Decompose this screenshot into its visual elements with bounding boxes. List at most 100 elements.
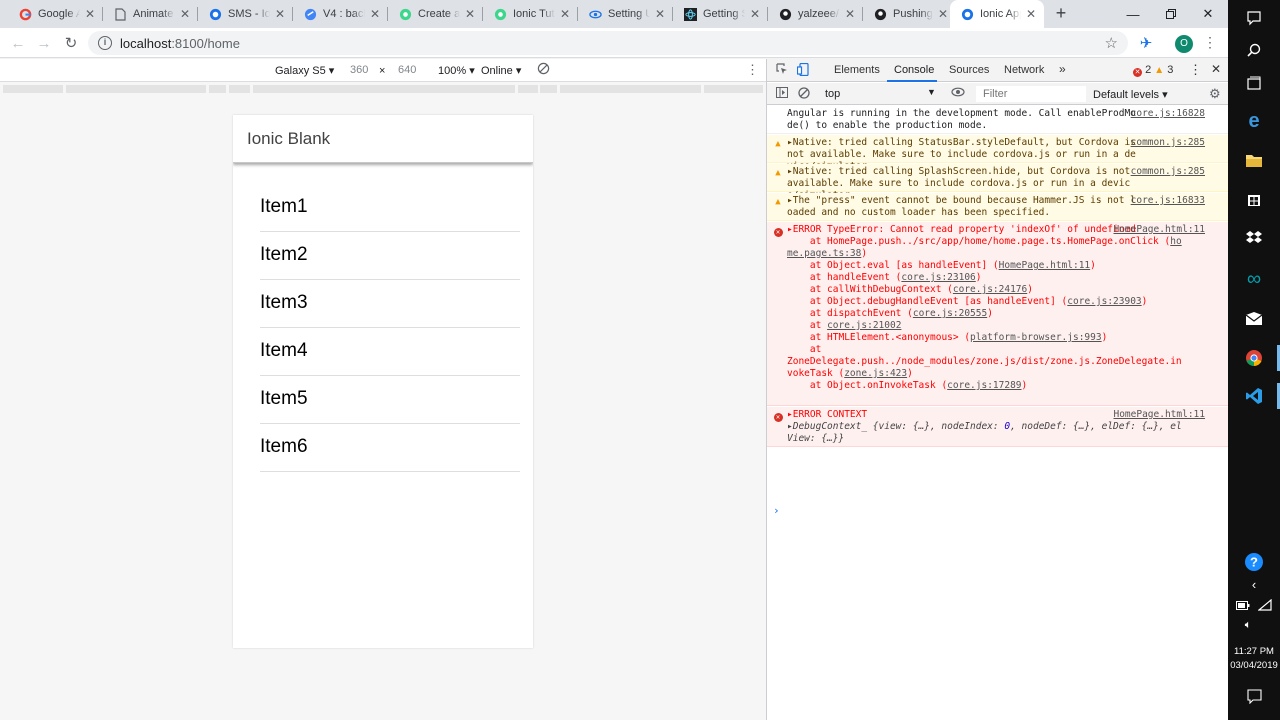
- task-view-icon[interactable]: [1242, 72, 1266, 96]
- browser-tab[interactable]: Google A ✕: [8, 0, 103, 28]
- mail-icon[interactable]: [1242, 307, 1266, 331]
- context-select[interactable]: top: [825, 88, 840, 100]
- issue-counter[interactable]: ✕ 2 ▲ 3: [1133, 64, 1173, 77]
- list-item[interactable]: Item3: [260, 280, 520, 328]
- device-toggle-icon[interactable]: [796, 62, 810, 77]
- close-tab-icon[interactable]: ✕: [748, 7, 762, 21]
- close-tab-icon[interactable]: ✕: [843, 7, 857, 21]
- search-icon[interactable]: [1242, 38, 1266, 62]
- arduino-icon[interactable]: ∞: [1242, 267, 1266, 291]
- chevron-down-icon[interactable]: ▼: [927, 87, 936, 97]
- action-center-icon[interactable]: [1242, 684, 1266, 708]
- close-tab-icon[interactable]: ✕: [936, 7, 950, 21]
- extension-icon[interactable]: ✈: [1136, 34, 1156, 54]
- browser-tab-active[interactable]: Ionic App ✕: [950, 0, 1044, 28]
- more-tabs-icon[interactable]: »: [1059, 62, 1066, 76]
- rotate-icon[interactable]: [537, 62, 550, 78]
- devtools-menu-icon[interactable]: ⋮: [1189, 62, 1202, 78]
- browser-tab[interactable]: Create a ✕: [388, 0, 483, 28]
- device-viewport: Galaxy S5 ▾ 360 × 640 100% ▾ Online ▾ ⋮ …: [0, 59, 766, 720]
- tab-sources[interactable]: Sources: [949, 64, 989, 76]
- dropbox-icon[interactable]: [1242, 226, 1266, 250]
- ionic-icon: [398, 7, 412, 21]
- warning-icon: ▲: [775, 168, 781, 178]
- list-item[interactable]: Item4: [260, 328, 520, 376]
- restore-button[interactable]: [1153, 0, 1189, 28]
- browser-tab[interactable]: Getting S ✕: [673, 0, 768, 28]
- system-clock[interactable]: 11:27 PM 03/04/2019: [1228, 645, 1280, 673]
- browser-tab[interactable]: Animate ✕: [103, 0, 198, 28]
- console-filter-input[interactable]: [977, 87, 1085, 101]
- device-width[interactable]: 360: [350, 64, 368, 76]
- address-bar[interactable]: i localhost:8100/home ☆: [88, 31, 1128, 55]
- log-levels-select[interactable]: Default levels ▾: [1093, 88, 1168, 101]
- source-link[interactable]: core.js:16828: [1131, 108, 1205, 120]
- file-explorer-icon[interactable]: [1242, 148, 1266, 172]
- browser-tab[interactable]: V4 : back ✕: [293, 0, 388, 28]
- store-icon[interactable]: [1242, 187, 1266, 211]
- gear-icon[interactable]: ⚙: [1209, 86, 1221, 102]
- console-error: ✕ ▸ERROR TypeError: Cannot read property…: [767, 222, 1228, 406]
- list-item[interactable]: Item6: [260, 424, 520, 472]
- close-tab-icon[interactable]: ✕: [178, 7, 192, 21]
- back-button[interactable]: ←: [8, 33, 28, 53]
- github-icon: [778, 7, 792, 21]
- clear-console-icon[interactable]: [797, 87, 811, 101]
- close-tab-icon[interactable]: ✕: [653, 7, 667, 21]
- help-icon[interactable]: ?: [1242, 550, 1266, 574]
- device-more-icon[interactable]: ⋮: [746, 62, 759, 78]
- chrome-icon[interactable]: [1242, 346, 1266, 370]
- bookmark-star-icon[interactable]: ☆: [1105, 34, 1118, 52]
- browser-tab[interactable]: Setting U ✕: [578, 0, 673, 28]
- close-tab-icon[interactable]: ✕: [463, 7, 477, 21]
- eye-icon: [588, 7, 602, 21]
- new-tab-button[interactable]: +: [1050, 3, 1072, 25]
- tab-elements[interactable]: Elements: [834, 64, 880, 76]
- list-item[interactable]: Item5: [260, 376, 520, 424]
- list-item[interactable]: Item1: [260, 184, 520, 232]
- tab-console[interactable]: Console: [894, 64, 934, 76]
- browser-tab[interactable]: SMS - Ioni ✕: [198, 0, 293, 28]
- close-tab-icon[interactable]: ✕: [368, 7, 382, 21]
- throttle-select[interactable]: Online ▾: [481, 64, 521, 77]
- source-link[interactable]: core.js:16833: [1131, 195, 1205, 207]
- device-height[interactable]: 640: [398, 64, 416, 76]
- sidebar-toggle-icon[interactable]: [775, 87, 789, 101]
- close-tab-icon[interactable]: ✕: [83, 7, 97, 21]
- close-tab-icon[interactable]: ✕: [273, 7, 287, 21]
- info-icon[interactable]: i: [98, 36, 112, 50]
- list-item[interactable]: Item2: [260, 232, 520, 280]
- source-link[interactable]: HomePage.html:11: [1113, 224, 1205, 236]
- minimize-button[interactable]: —: [1115, 0, 1151, 28]
- browser-tab[interactable]: Ionic Tut ✕: [483, 0, 578, 28]
- console-prompt[interactable]: ›: [773, 505, 780, 517]
- avatar[interactable]: O: [1175, 35, 1193, 53]
- inspect-element-icon[interactable]: [775, 63, 789, 77]
- forward-button[interactable]: →: [34, 33, 54, 53]
- close-tab-icon[interactable]: ✕: [1024, 7, 1038, 21]
- browser-toolbar: ← → ↻ i localhost:8100/home ☆: [0, 28, 1228, 58]
- stack-trace[interactable]: ▸ERROR TypeError: Cannot read property '…: [787, 224, 1182, 392]
- zoom-select[interactable]: 100% ▾: [438, 64, 475, 77]
- source-link[interactable]: common.js:285: [1131, 137, 1205, 149]
- edge-icon[interactable]: e: [1242, 109, 1266, 133]
- close-window-button[interactable]: ✕: [1190, 0, 1226, 28]
- console-warning: ▲ ▸Native: tried calling StatusBar.style…: [767, 135, 1228, 172]
- svg-text:?: ?: [1250, 555, 1258, 570]
- source-link[interactable]: common.js:285: [1131, 166, 1205, 178]
- notifications-icon[interactable]: [1242, 6, 1266, 30]
- close-devtools-icon[interactable]: ✕: [1211, 62, 1221, 76]
- reload-button[interactable]: ↻: [61, 33, 81, 53]
- volume-icon[interactable]: 🔈︎: [1236, 613, 1260, 637]
- device-select[interactable]: Galaxy S5 ▾: [275, 64, 334, 77]
- vscode-icon[interactable]: [1242, 384, 1266, 408]
- browser-tab[interactable]: Pushing ✕: [863, 0, 956, 28]
- filter-input-wrapper: [976, 86, 1086, 102]
- browser-menu-icon[interactable]: ⋮: [1203, 34, 1217, 54]
- close-tab-icon[interactable]: ✕: [558, 7, 572, 21]
- live-expression-eye-icon[interactable]: [951, 86, 965, 101]
- warning-icon: ▲: [775, 139, 781, 149]
- tab-network[interactable]: Network: [1004, 64, 1044, 76]
- browser-tab[interactable]: yalzeee/I ✕: [768, 0, 863, 28]
- source-link[interactable]: HomePage.html:11: [1113, 409, 1205, 421]
